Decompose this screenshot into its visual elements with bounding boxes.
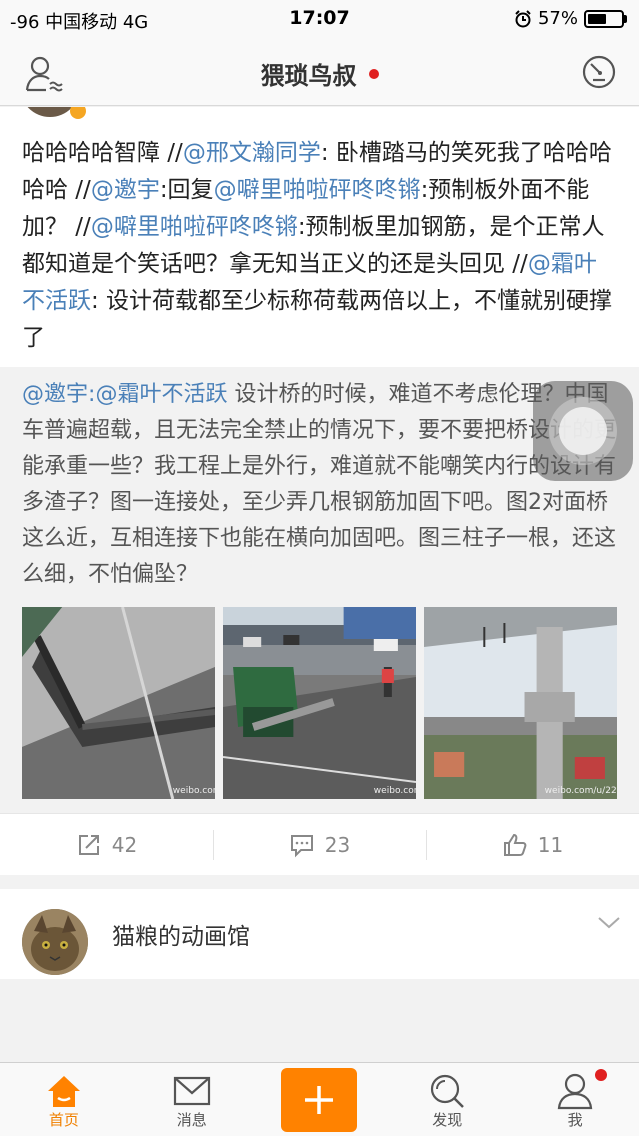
image-thumb-1[interactable]: weibo.com	[22, 607, 215, 799]
comment-button[interactable]: 23	[213, 814, 426, 875]
battery-fill	[588, 13, 607, 24]
avatar[interactable]	[22, 909, 88, 975]
watermark-3: weibo.com/u/22	[545, 786, 617, 796]
battery-icon	[584, 9, 624, 28]
verified-badge-icon	[70, 107, 86, 119]
tab-messages[interactable]: 消息	[128, 1063, 256, 1136]
watermark-2: weibo.com	[374, 786, 416, 796]
envelope-icon	[173, 1076, 210, 1106]
truck-accident-photo: weibo.com	[223, 607, 416, 799]
comment-count: 23	[324, 832, 351, 857]
profile-icon	[557, 1073, 593, 1110]
post-text-segment: : 设计荷载都至少标称荷载两倍以上，不懂就别硬撑了	[22, 288, 613, 351]
mention-link[interactable]: @霜叶不活跃	[95, 382, 227, 407]
alarm-icon	[515, 9, 531, 27]
notification-dot	[595, 1069, 608, 1081]
weibo-card[interactable]: 哈哈哈哈智障 //@邢文瀚同学: 卧槽踏马的笑死我了哈哈哈哈哈 //@邀宇:回复…	[0, 107, 639, 875]
page-title[interactable]: 猥琐鸟叔	[0, 56, 639, 91]
retweet-text[interactable]: @邀宇:@霜叶不活跃 设计桥的时候，难道不考虑伦理？中国车普遍超载，且无法完全禁…	[22, 377, 617, 593]
retweet-images: weibo.com	[22, 607, 617, 799]
mention-link[interactable]: @噼里啪啦砰咚咚锵	[214, 177, 421, 203]
mention-link[interactable]: @噼里啪啦砰咚咚锵	[91, 214, 298, 240]
like-count: 11	[537, 832, 564, 857]
image-thumb-3[interactable]: weibo.com/u/22	[424, 607, 617, 799]
tab-discover[interactable]: 发现	[383, 1063, 511, 1136]
tab-bar: 首页 消息 发现 我	[0, 1062, 639, 1136]
tab-me[interactable]: 我	[511, 1063, 639, 1136]
assistive-touch-button[interactable]	[533, 381, 633, 481]
mention-link[interactable]: @邀宇	[22, 382, 88, 407]
mention-link[interactable]: @邀宇	[91, 177, 160, 203]
battery-tip	[624, 14, 627, 23]
retweet-text-segment: 设计桥的时候，难道不考虑伦理？中国车普遍超载，且无法完全禁止的情况下，要不要把桥…	[22, 382, 617, 587]
tab-home[interactable]: 首页	[0, 1063, 128, 1136]
card-gap	[0, 875, 639, 889]
watermark-1: weibo.com	[173, 786, 215, 796]
image-thumb-2[interactable]: weibo.com	[223, 607, 416, 799]
compose-button[interactable]	[281, 1067, 358, 1132]
tab-discover-label: 发现	[432, 1111, 463, 1129]
tab-me-label: 我	[567, 1111, 583, 1129]
tab-compose[interactable]	[256, 1063, 384, 1136]
repost-count: 42	[111, 832, 138, 857]
cat-avatar-image	[22, 909, 88, 975]
mention-link[interactable]: @邢文瀚同学	[183, 140, 321, 166]
post-text[interactable]: 哈哈哈哈智障 //@邢文瀚同学: 卧槽踏马的笑死我了哈哈哈哈哈 //@邀宇:回复…	[0, 121, 639, 367]
feed[interactable]: 哈哈哈哈智障 //@邢文瀚同学: 卧槽踏马的笑死我了哈哈哈哈哈 //@邀宇:回复…	[0, 107, 639, 1062]
action-bar: 42 23 11	[0, 813, 639, 875]
battery-percent: 57%	[537, 8, 578, 29]
page-title-text: 猥琐鸟叔	[260, 62, 357, 90]
radar-icon[interactable]	[581, 54, 617, 90]
bridge-pillar-photo: weibo.com/u/22	[424, 607, 617, 799]
like-button[interactable]: 11	[426, 814, 639, 875]
search-icon	[431, 1074, 465, 1108]
bridge-joint-photo: weibo.com	[22, 607, 215, 799]
repost-icon	[78, 834, 99, 855]
unread-dot	[368, 69, 379, 79]
tab-messages-label: 消息	[176, 1111, 207, 1129]
user-name[interactable]: 猫粮的动画馆	[112, 917, 250, 951]
thumbs-up-icon	[503, 833, 527, 856]
home-icon	[47, 1076, 80, 1107]
plus-icon	[305, 1085, 334, 1114]
assistive-touch-core	[559, 407, 607, 455]
status-bar: -96 中国移动 4G 17:07 57%	[0, 0, 639, 38]
chevron-down-icon[interactable]	[597, 915, 621, 931]
card-header-partial	[0, 107, 639, 121]
post-text-segment: 哈哈哈哈智障 //	[22, 140, 183, 166]
repost-button[interactable]: 42	[0, 814, 213, 875]
weibo-card-next[interactable]: 猫粮的动画馆	[0, 889, 639, 979]
status-right: 57%	[514, 8, 627, 29]
post-text-segment: :回复	[159, 177, 214, 203]
tab-home-label: 首页	[48, 1111, 79, 1129]
comment-icon	[290, 834, 313, 857]
nav-bar: 猥琐鸟叔	[0, 38, 639, 106]
